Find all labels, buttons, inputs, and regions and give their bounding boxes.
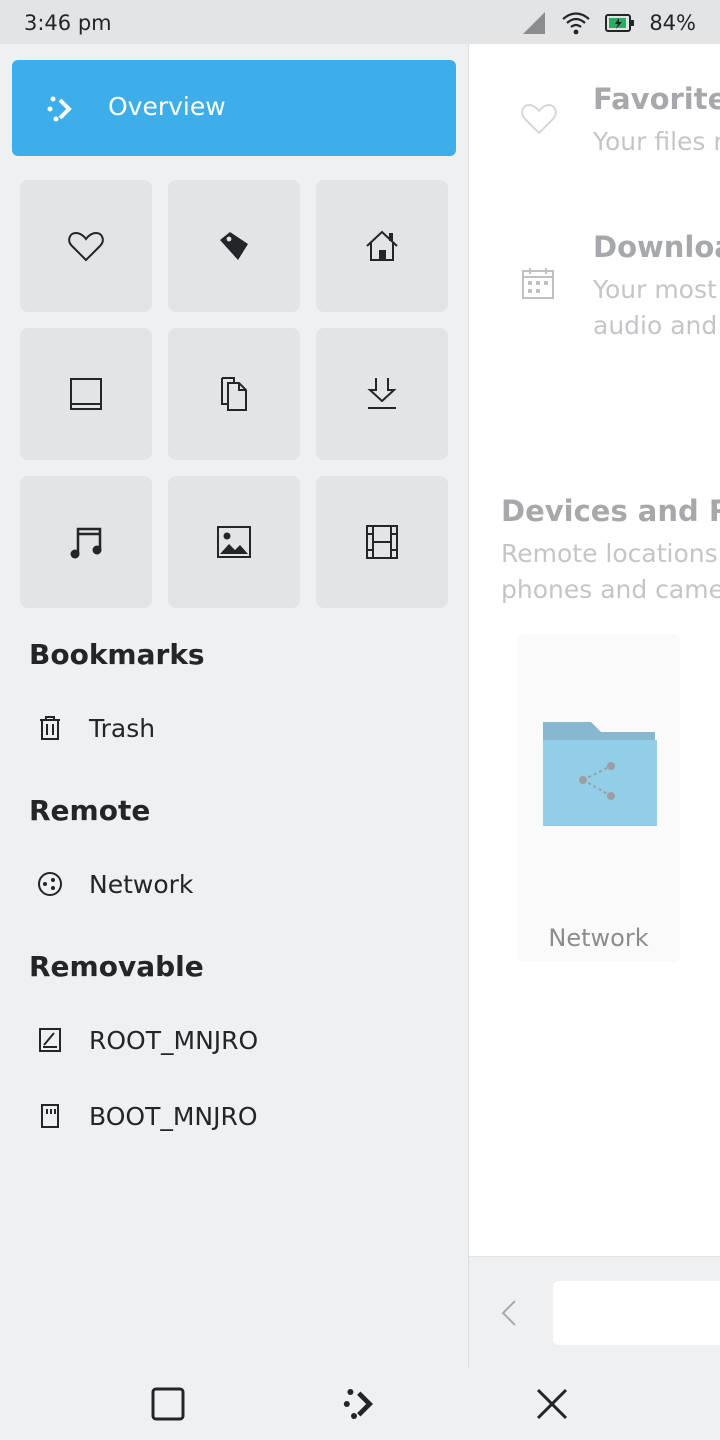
video-icon <box>366 525 398 559</box>
pictures-icon <box>217 526 251 558</box>
back-arrow-icon[interactable] <box>499 1299 519 1327</box>
place-root-mnjro[interactable]: ROOT_MNJRO <box>36 1020 258 1060</box>
tile-music[interactable] <box>20 476 152 608</box>
documents-icon <box>221 377 247 411</box>
places-sidebar: Overview Bookmarks Trash Remote Network … <box>0 44 467 1368</box>
bottom-toolbar <box>469 1256 720 1368</box>
status-bar: 3:46 pm 84% <box>0 0 720 44</box>
place-boot-mnjro[interactable]: BOOT_MNJRO <box>36 1096 258 1136</box>
calendar-icon <box>522 268 554 299</box>
section-bookmarks: Bookmarks <box>29 638 205 671</box>
battery-percent: 84% <box>649 11 696 35</box>
place-label: Network <box>89 869 194 899</box>
close-icon <box>536 1388 568 1420</box>
place-label: ROOT_MNJRO <box>89 1025 259 1055</box>
heart-icon <box>521 103 557 135</box>
tag-icon <box>220 232 248 260</box>
tile-favorites[interactable] <box>20 180 152 312</box>
status-time: 3:46 pm <box>24 11 112 35</box>
devices-subtitle-1: Remote locations a <box>501 539 720 568</box>
tile-pictures[interactable] <box>168 476 300 608</box>
section-remote: Remote <box>29 794 151 827</box>
sdcard-icon <box>36 1102 64 1130</box>
task-switcher-button[interactable] <box>148 1384 188 1424</box>
home-nav-button[interactable] <box>340 1384 380 1424</box>
network-folder-icon <box>543 722 657 826</box>
favorites-subtitle: Your files r <box>593 127 720 156</box>
section-removable: Removable <box>29 950 204 983</box>
navigation-bar <box>0 1368 720 1440</box>
place-trash[interactable]: Trash <box>36 708 155 748</box>
place-label: BOOT_MNJRO <box>89 1101 258 1131</box>
devices-subtitle-2: phones and camer <box>501 575 720 604</box>
main-content: Favorite Your files r Downloa Your most … <box>468 44 720 1368</box>
desktop-icon <box>70 378 102 410</box>
overview-icon <box>47 96 72 122</box>
heart-icon <box>68 231 104 262</box>
overview-label: Overview <box>108 92 226 121</box>
status-icons: 84% <box>521 8 696 38</box>
path-field[interactable] <box>553 1281 720 1345</box>
favorites-title: Favorite <box>593 82 720 116</box>
overview-button[interactable]: Overview <box>12 60 456 156</box>
tile-downloads[interactable] <box>316 328 448 460</box>
tile-videos[interactable] <box>316 476 448 608</box>
devices-title: Devices and Re <box>501 494 720 528</box>
network-card[interactable]: Network <box>517 634 680 962</box>
square-icon <box>151 1387 185 1421</box>
tile-tags[interactable] <box>168 180 300 312</box>
downloads-title: Downloa <box>593 230 720 264</box>
download-icon <box>367 378 397 409</box>
battery-icon <box>605 14 635 32</box>
downloads-subtitle-2: audio and <box>593 311 718 340</box>
home-icon <box>366 230 398 261</box>
music-icon <box>70 527 102 559</box>
close-button[interactable] <box>532 1384 572 1424</box>
tile-documents[interactable] <box>168 328 300 460</box>
tile-desktop[interactable] <box>20 328 152 460</box>
drive-icon <box>36 1026 64 1054</box>
network-icon <box>36 870 64 898</box>
wifi-icon <box>562 12 591 35</box>
cell-signal-icon <box>523 12 546 34</box>
downloads-subtitle-1: Your most <box>593 275 717 304</box>
network-card-label: Network <box>548 924 649 952</box>
place-label: Trash <box>89 713 156 743</box>
tile-home[interactable] <box>316 180 448 312</box>
app-launcher-icon <box>343 1389 373 1419</box>
trash-icon <box>36 714 64 742</box>
place-network[interactable]: Network <box>36 864 193 904</box>
